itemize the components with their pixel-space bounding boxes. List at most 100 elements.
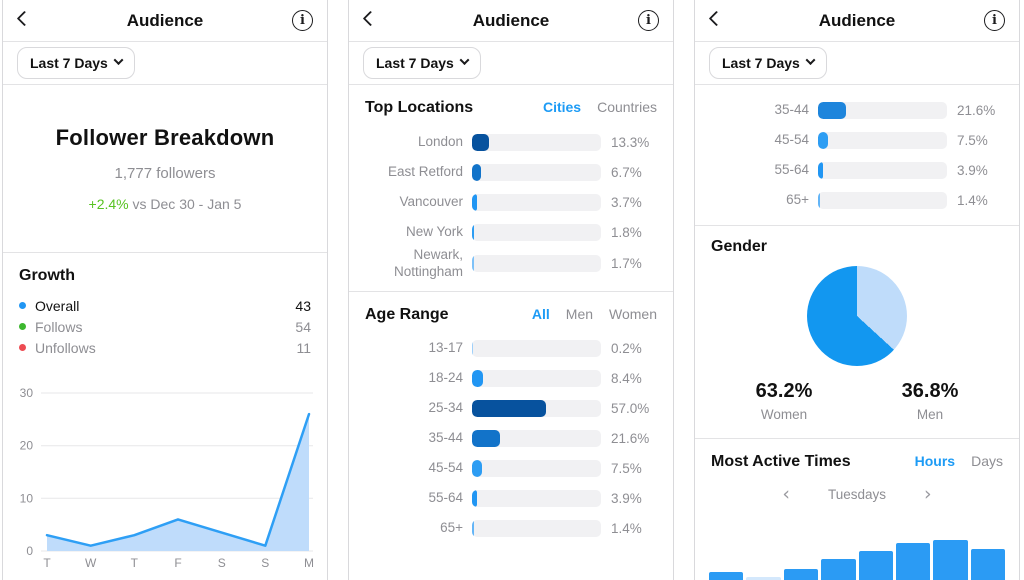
bar-track	[472, 134, 601, 151]
back-chevron-icon[interactable]	[363, 11, 379, 27]
bar-label: 35-44	[365, 430, 463, 447]
panel-follower-breakdown: Audience i Last 7 Days Follower Breakdow…	[2, 0, 328, 580]
bar-label: Newark, Nottingham	[365, 247, 463, 281]
tab-hours[interactable]: Hours	[915, 453, 955, 469]
bar-row: Vancouver3.7%	[365, 187, 657, 217]
men-label: Men	[857, 407, 1003, 422]
date-range-label: Last 7 Days	[722, 55, 800, 71]
men-percent: 36.8%	[857, 380, 1003, 403]
active-times-title: Most Active Times	[711, 453, 851, 471]
gender-title: Gender	[711, 238, 1003, 256]
svg-text:20: 20	[20, 439, 34, 453]
date-range-dropdown[interactable]: Last 7 Days	[709, 47, 827, 79]
chevron-down-icon	[459, 55, 469, 65]
bar-row: Newark, Nottingham 1.7%	[365, 247, 657, 281]
back-chevron-icon[interactable]	[709, 11, 725, 27]
growth-section: Growth Overall43Follows54Unfollows11	[3, 253, 327, 380]
women-label: Women	[711, 407, 857, 422]
delta-percent: +2.4%	[89, 196, 129, 212]
bar-fill	[818, 102, 846, 119]
age-bar-list: 13-170.2%18-248.4%25-3457.0%35-4421.6%45…	[349, 330, 673, 554]
bar-value: 1.7%	[611, 256, 657, 271]
bar-label: 13-17	[365, 340, 463, 357]
gender-stats: 63.2% Women 36.8% Men	[711, 380, 1003, 438]
svg-text:T: T	[43, 556, 51, 570]
bar-fill	[472, 430, 500, 447]
top-locations-title: Top Locations	[365, 99, 473, 117]
legend-dot-icon	[19, 302, 26, 309]
filter-row: Last 7 Days	[695, 42, 1019, 85]
legend-label: Overall	[35, 298, 295, 314]
svg-text:S: S	[218, 556, 226, 570]
bar-track	[472, 255, 601, 272]
svg-text:W: W	[85, 556, 97, 570]
page-title: Audience	[819, 11, 896, 31]
age-bar-list-continued: 35-4421.6%45-547.5%55-643.9%65+1.4%	[695, 85, 1019, 225]
activity-bar	[971, 549, 1005, 580]
bar-row: 45-547.5%	[711, 125, 1003, 155]
date-range-label: Last 7 Days	[376, 55, 454, 71]
bar-fill	[472, 194, 477, 211]
bar-fill	[818, 192, 820, 209]
svg-text:M: M	[304, 556, 314, 570]
tab-cities[interactable]: Cities	[543, 99, 581, 115]
most-active-times-section: Most Active Times Hours Days ‹ Tuesdays …	[695, 439, 1019, 580]
svg-text:0: 0	[26, 544, 33, 558]
carousel-next-icon[interactable]: ›	[924, 485, 932, 504]
bar-value: 0.2%	[611, 341, 657, 356]
bar-fill	[472, 164, 481, 181]
locations-tabs: Cities Countries	[543, 99, 657, 115]
info-icon[interactable]: i	[292, 10, 313, 31]
men-stat: 36.8% Men	[857, 380, 1003, 422]
carousel-prev-icon[interactable]: ‹	[782, 485, 790, 504]
section-title: Follower Breakdown	[56, 125, 275, 151]
activity-bar	[896, 543, 930, 580]
bar-fill	[472, 370, 483, 387]
tab-countries[interactable]: Countries	[597, 99, 657, 115]
gender-section: Gender 63.2% Women 36.8% Men	[695, 226, 1019, 438]
activity-bar	[933, 540, 967, 580]
activity-bar	[859, 551, 893, 580]
date-range-dropdown[interactable]: Last 7 Days	[363, 47, 481, 79]
legend-value: 54	[295, 319, 311, 335]
bar-value: 6.7%	[611, 165, 657, 180]
legend-label: Follows	[35, 319, 295, 335]
bar-track	[818, 192, 947, 209]
age-range-title: Age Range	[365, 306, 449, 324]
tab-men[interactable]: Men	[566, 306, 593, 322]
legend-value: 11	[296, 340, 311, 356]
bar-track	[472, 400, 601, 417]
active-times-tabs: Hours Days	[915, 453, 1003, 469]
tab-all[interactable]: All	[532, 306, 550, 322]
bar-row: 65+1.4%	[365, 514, 657, 544]
info-icon[interactable]: i	[984, 10, 1005, 31]
date-range-dropdown[interactable]: Last 7 Days	[17, 47, 135, 79]
bar-row: 55-643.9%	[365, 484, 657, 514]
bar-label: 55-64	[711, 162, 809, 179]
bar-row: 65+1.4%	[711, 185, 1003, 215]
legend-row: Overall43	[19, 295, 311, 316]
info-icon[interactable]: i	[638, 10, 659, 31]
growth-legend: Overall43Follows54Unfollows11	[19, 295, 311, 358]
bar-row: 13-17 0.2%	[365, 334, 657, 364]
follower-count: 1,777 followers	[115, 165, 216, 182]
back-chevron-icon[interactable]	[17, 11, 33, 27]
bar-fill	[472, 520, 474, 537]
header: Audience i	[349, 0, 673, 42]
bar-track	[472, 460, 601, 477]
bar-track	[818, 132, 947, 149]
bar-value: 21.6%	[957, 103, 1003, 118]
bar-fill	[472, 400, 546, 417]
tab-women[interactable]: Women	[609, 306, 657, 322]
tab-days[interactable]: Days	[971, 453, 1003, 469]
chevron-down-icon	[805, 55, 815, 65]
bar-label: 25-34	[365, 400, 463, 417]
bar-row: 25-34 57.0%	[365, 394, 657, 424]
bar-value: 57.0%	[611, 401, 657, 416]
active-times-header: Most Active Times Hours Days	[695, 439, 1019, 477]
age-tabs: All Men Women	[532, 306, 657, 322]
bar-value: 3.9%	[957, 163, 1003, 178]
three-screen-strip: Audience i Last 7 Days Follower Breakdow…	[0, 0, 1024, 580]
bar-value: 3.7%	[611, 195, 657, 210]
bar-value: 8.4%	[611, 371, 657, 386]
